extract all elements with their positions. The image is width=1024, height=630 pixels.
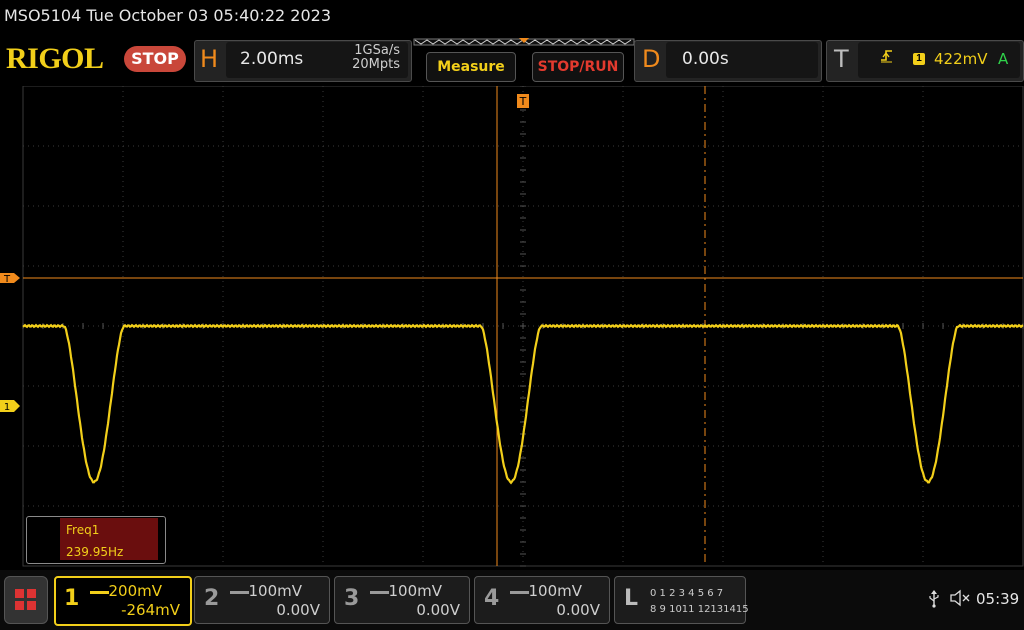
- logic-channels-row2: 8 9 1011 12131415: [650, 604, 749, 615]
- trigger-letter: T: [834, 45, 849, 73]
- channel4-scale: 100mV: [528, 582, 582, 600]
- run-state-badge[interactable]: STOP: [124, 46, 186, 72]
- channel2-scale: 100mV: [248, 582, 302, 600]
- measurement-value: 239.95Hz: [66, 545, 124, 559]
- channel2-offset: 0.00V: [276, 601, 320, 619]
- speaker-muted-icon[interactable]: [950, 589, 972, 612]
- trigger-mode: A: [998, 50, 1009, 68]
- trigger-position-tag: T: [517, 94, 529, 108]
- channel3-scale: 100mV: [388, 582, 442, 600]
- trigger-level-marker-label: T: [3, 274, 11, 285]
- memory-position-bar: [413, 38, 635, 46]
- rigol-logo: RIGOL: [6, 42, 104, 75]
- trigger-position-tag-label: T: [519, 95, 527, 108]
- channel4-offset: 0.00V: [556, 601, 600, 619]
- usb-icon: [928, 590, 940, 613]
- channel1-scale: 200mV: [108, 582, 162, 600]
- channel1-ground-marker-label: 1: [4, 402, 10, 413]
- channel2-number: 2: [204, 586, 220, 611]
- channel3-offset: 0.00V: [416, 601, 460, 619]
- measurement-name: Freq1: [66, 523, 100, 537]
- delay-letter: D: [642, 45, 661, 73]
- logic-letter: L: [624, 586, 639, 611]
- waveform-display[interactable]: T T 1: [0, 86, 1024, 568]
- delay-value: 0.00s: [682, 49, 729, 69]
- grid-menu-icon: [15, 589, 36, 610]
- timebase-value: 2.00ms: [240, 49, 304, 69]
- measure-button[interactable]: Measure: [426, 52, 516, 82]
- system-clock: 05:39: [976, 590, 1020, 608]
- trigger-level: 422mV: [934, 50, 988, 68]
- channel1-number: 1: [64, 586, 80, 611]
- memory-depth: 20Mpts: [352, 57, 400, 72]
- trigger-source: 1: [913, 53, 925, 65]
- stop-run-button[interactable]: STOP/RUN: [532, 52, 624, 82]
- main-menu-button[interactable]: [4, 576, 48, 624]
- title-text: MSO5104 Tue October 03 05:40:22 2023: [4, 6, 331, 25]
- horizontal-letter: H: [200, 45, 219, 73]
- channel3-number: 3: [344, 586, 360, 611]
- rising-edge-icon: [880, 48, 894, 68]
- logic-channels-row1: 0 1 2 3 4 5 6 7: [650, 588, 724, 599]
- sample-rate: 1GSa/s: [354, 43, 400, 58]
- title-bar: MSO5104 Tue October 03 05:40:22 2023: [0, 0, 1024, 36]
- channel4-number: 4: [484, 586, 500, 611]
- trigger-level-marker: T: [0, 273, 20, 285]
- channel1-ground-marker: 1: [0, 400, 20, 413]
- channel1-offset: -264mV: [121, 601, 180, 619]
